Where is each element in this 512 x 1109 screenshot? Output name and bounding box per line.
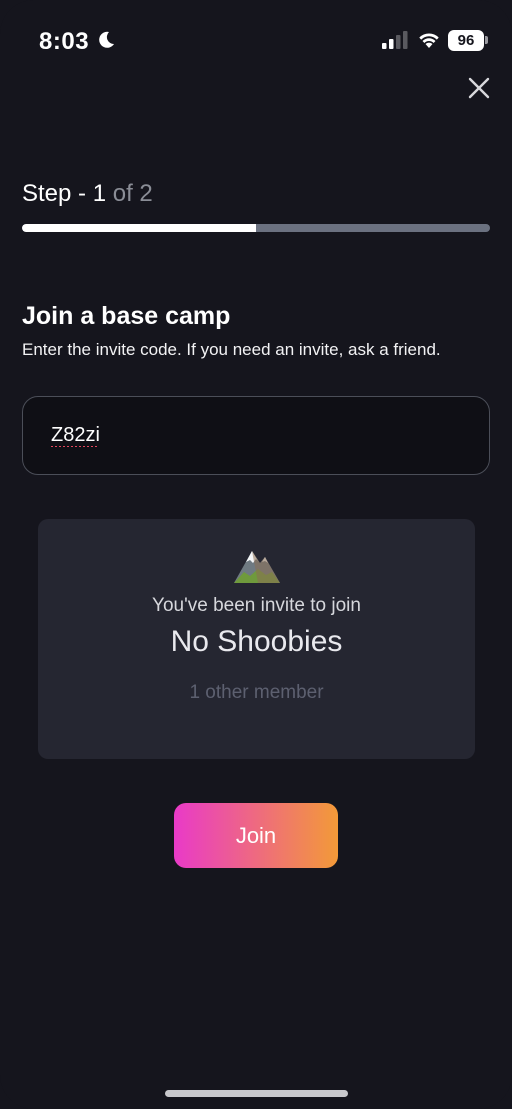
join-button[interactable]: Join bbox=[174, 803, 338, 868]
member-count: 1 other member bbox=[189, 682, 324, 703]
mountain-icon bbox=[234, 551, 280, 583]
camp-name: No Shoobies bbox=[170, 625, 343, 658]
cellular-signal-icon bbox=[382, 31, 408, 49]
moon-icon bbox=[99, 31, 114, 48]
step-current: Step - 1 bbox=[22, 180, 107, 207]
invite-code-field[interactable] bbox=[22, 396, 490, 475]
wifi-icon bbox=[419, 33, 439, 48]
join-base-camp-screen: 8:03 96 Step - 1 of 2 Join a base camp E… bbox=[0, 0, 512, 1109]
progress-bar bbox=[22, 224, 490, 232]
battery-nub bbox=[485, 36, 488, 44]
home-indicator[interactable] bbox=[165, 1090, 348, 1097]
step-total: of 2 bbox=[106, 180, 153, 207]
status-time: 8:03 bbox=[39, 28, 90, 55]
invite-message: You've been invite to join bbox=[152, 595, 361, 616]
progress-fill bbox=[22, 224, 256, 232]
status-bar: 8:03 96 bbox=[0, 0, 512, 80]
invite-card: You've been invite to join No Shoobies 1… bbox=[38, 519, 475, 759]
close-icon[interactable] bbox=[466, 75, 492, 101]
step-indicator: Step - 1 of 2 bbox=[22, 180, 153, 208]
battery-icon: 96 bbox=[448, 30, 484, 51]
page-subtitle: Enter the invite code. If you need an in… bbox=[22, 340, 441, 359]
page-title: Join a base camp bbox=[22, 302, 231, 330]
invite-code-input[interactable] bbox=[51, 424, 316, 447]
